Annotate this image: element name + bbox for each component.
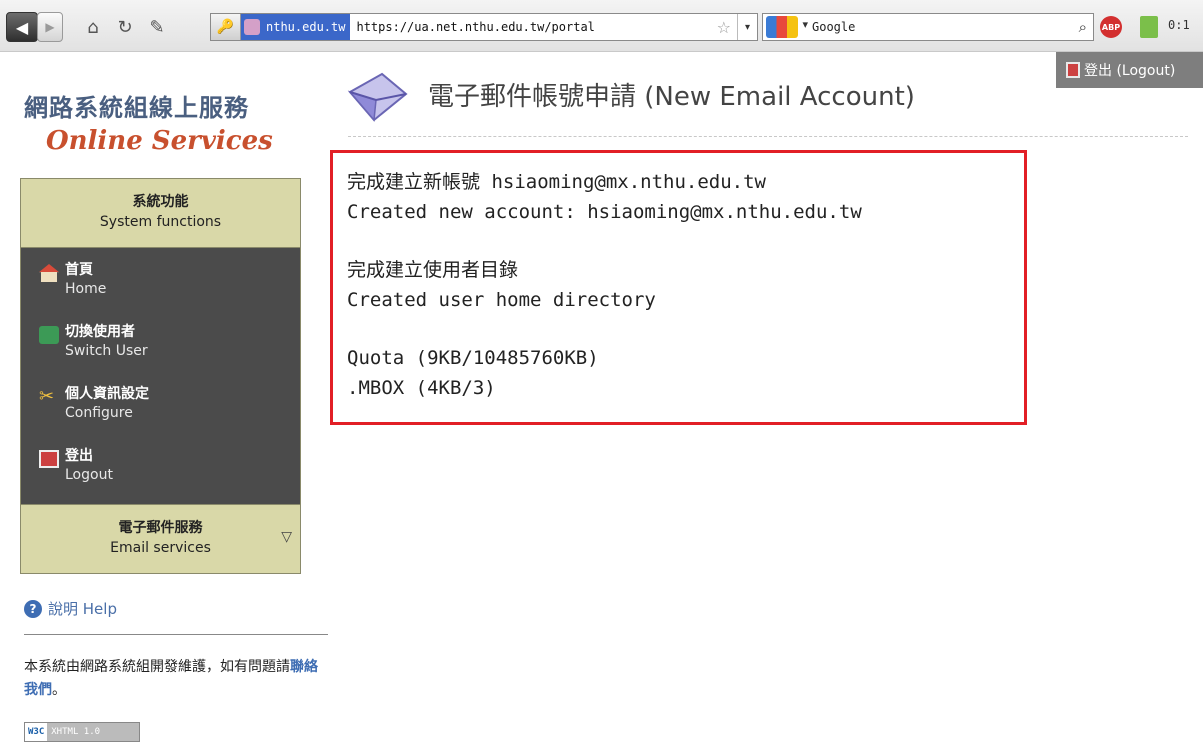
envelope-icon [347,72,408,122]
logout-door-icon [39,450,59,468]
document-icon[interactable] [1140,16,1158,38]
back-button[interactable]: ◀ [6,12,38,42]
menu-header-cn: 系統功能 [132,194,189,210]
tools-icon [39,386,59,407]
search-engine-icon[interactable] [766,16,808,38]
email-services-en: Email services [110,540,211,556]
sidebar-item-logout[interactable]: 登出 Logout [21,434,300,496]
sidebar-item-label-cn: 切換使用者 [65,324,135,340]
divider [24,634,328,635]
switch-user-icon [39,326,59,344]
address-bar[interactable]: 🔑 nthu.edu.tw https://ua.net.nthu.edu.tw… [210,13,758,41]
search-input[interactable]: Google [812,20,1079,34]
xhtml-label: XHTML 1.0 [47,723,139,741]
footer-note: 本系統由網路系統組開發維護，如有問題請聯絡我們。 [24,656,328,702]
forward-arrow-icon: ▶ [45,20,55,34]
sidebar-item-label-cn: 個人資訊設定 [65,386,149,402]
w3c-xhtml-badge[interactable]: W3C XHTML 1.0 [24,722,140,742]
page-title: 電子郵件帳號申請 (New Email Account) [428,82,915,112]
sidebar-menu: 系統功能 System functions 首頁 Home 切換使用者 Swit… [20,178,301,574]
sidebar-item-switch-user[interactable]: 切換使用者 Switch User [21,310,300,372]
mbox-line: .MBOX (4KB/3) [347,377,496,399]
logout-link[interactable]: 登出 (Logout) [1056,52,1203,88]
bookmark-star-icon[interactable]: ☆ [717,18,731,37]
result-message-box: 完成建立新帳號 hsiaoming@mx.nthu.edu.tw Created… [330,150,1027,425]
sidebar-item-email-services[interactable]: 電子郵件服務 Email services ▽ [21,504,300,573]
search-icon[interactable]: ⌕ [1079,18,1087,36]
sidebar-item-label-cn: 登出 [65,448,93,464]
logout-door-icon [1066,62,1080,78]
site-title-english: Online Services [46,126,273,156]
created-homedir-en: Created user home directory [347,289,656,311]
reload-icon: ↻ [117,16,133,38]
title-divider [348,136,1188,137]
email-services-cn: 電子郵件服務 [118,520,203,536]
sidebar-item-label-en: Configure [65,405,133,421]
help-link[interactable]: ? 說明 Help [24,598,117,619]
clock-text: 0:1 [1168,18,1190,32]
site-identity-label: nthu.edu.tw [266,20,346,34]
forward-button[interactable]: ▶ [37,12,63,42]
sidebar-item-label-cn: 首頁 [65,262,93,278]
extension-button[interactable]: ✎ [144,14,170,40]
home-button[interactable]: ⌂ [80,14,106,40]
created-account-en: Created new account: hsiaoming@mx.nthu.e… [347,201,862,223]
help-question-icon: ? [24,599,42,618]
sidebar-item-label-en: Switch User [65,343,148,359]
adblock-icon[interactable]: ABP [1100,16,1122,38]
footer-note-text: 本系統由網路系統組開發維護，如有問題請 [24,659,290,675]
home-icon: ⌂ [87,16,99,38]
key-icon: 🔑 [211,14,241,40]
site-favicon-icon [244,19,260,35]
w3c-label: W3C [25,723,48,741]
sidebar-item-label-en: Logout [65,467,113,483]
back-arrow-icon: ◀ [15,17,29,37]
url-dropdown-icon[interactable]: ▾ [737,14,757,40]
logout-label: 登出 (Logout) [1084,63,1176,79]
site-title-chinese: 網路系統組線上服務 [24,94,249,122]
created-account-cn: 完成建立新帳號 hsiaoming@mx.nthu.edu.tw [347,171,766,193]
quota-line: Quota (9KB/10485760KB) [347,347,599,369]
url-text[interactable]: https://ua.net.nthu.edu.tw/portal [350,20,716,34]
created-homedir-cn: 完成建立使用者目錄 [347,259,519,281]
sidebar-item-home[interactable]: 首頁 Home [21,248,300,310]
sidebar-item-configure[interactable]: 個人資訊設定 Configure [21,372,300,434]
menu-header-en: System functions [99,214,222,230]
search-bar[interactable]: Google ⌕ [762,13,1094,41]
home-icon [39,264,59,282]
sidebar-item-label-en: Home [65,281,107,297]
help-label: 說明 Help [48,600,117,618]
site-identity-badge[interactable]: nthu.edu.tw [241,14,351,40]
footer-note-end: 。 [52,682,66,698]
reload-button[interactable]: ↻ [112,14,138,40]
menu-header: 系統功能 System functions [21,179,300,248]
extension-icon: ✎ [149,16,165,38]
chevron-down-icon: ▽ [281,529,292,545]
browser-toolbar: ◀ ▶ ⌂ ↻ ✎ 🔑 nthu.edu.tw https://ua.net.n… [0,0,1203,52]
